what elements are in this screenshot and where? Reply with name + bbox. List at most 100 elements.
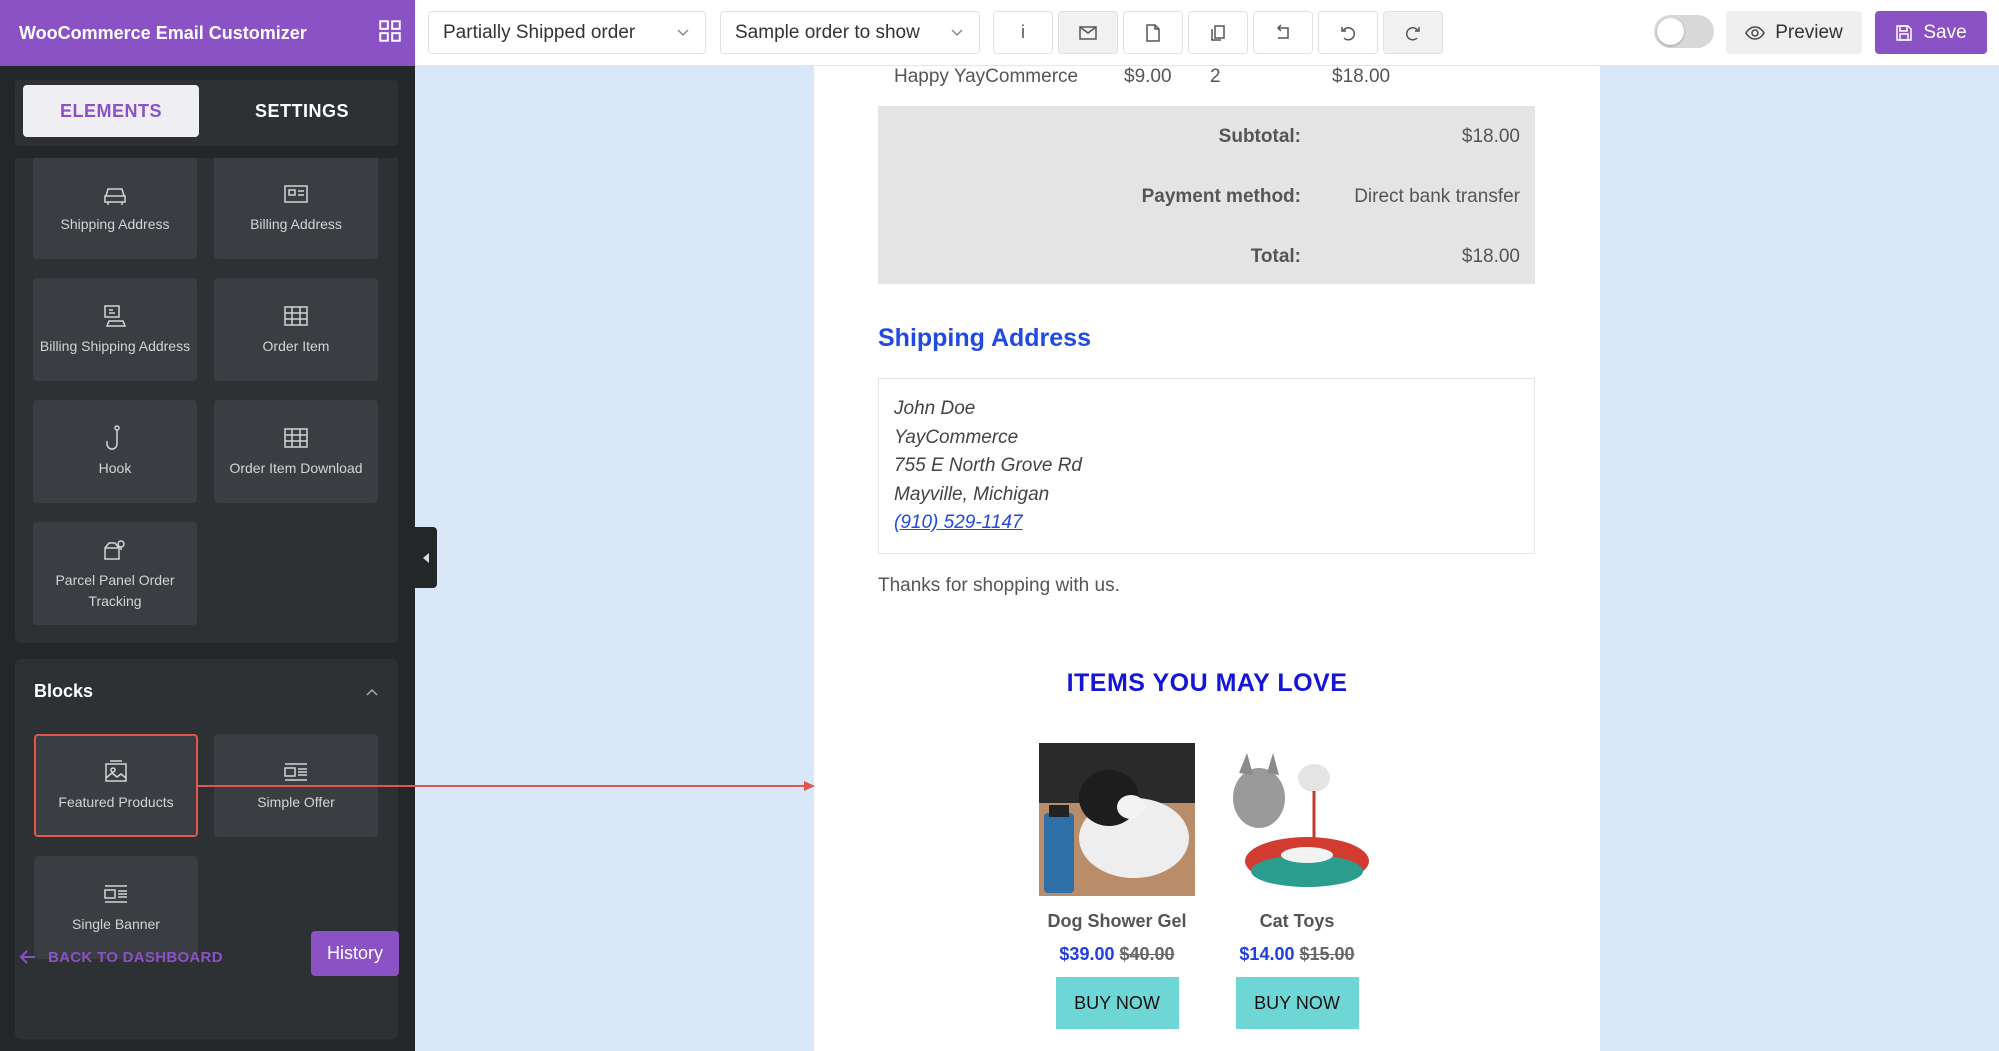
blocks-panel: Blocks Featured Products Simple Offer Si… (15, 659, 398, 1039)
element-order-item-download[interactable]: Order Item Download (214, 400, 378, 503)
chevron-left-icon (423, 552, 429, 563)
image-icon (105, 760, 127, 782)
send-test-email-button[interactable] (1058, 11, 1118, 54)
history-button[interactable]: History (311, 931, 399, 976)
price-original: $40.00 (1119, 944, 1175, 964)
preview-toggle[interactable] (1654, 15, 1714, 48)
toggle-knob (1657, 18, 1684, 45)
info-button[interactable]: i (993, 11, 1053, 54)
drag-arrow-indicator (198, 781, 815, 791)
app-title: WooCommerce Email Customizer (19, 22, 307, 43)
info-icon: i (1021, 22, 1025, 42)
featured-products-heading: ITEMS YOU MAY LOVE (1066, 669, 1348, 697)
export-button[interactable] (1123, 11, 1183, 54)
hook-icon (106, 425, 120, 450)
element-hook[interactable]: Hook (33, 400, 197, 503)
tab-settings[interactable]: SETTINGS (214, 85, 390, 137)
buy-now-button[interactable]: BUY NOW (1055, 977, 1179, 1029)
email-preview: Happy YayCommerce $9.00 2 $18.00 Subtota… (814, 66, 1600, 1051)
file-icon (1146, 23, 1160, 42)
copy-icon (1211, 24, 1225, 41)
undo-button[interactable] (1318, 11, 1378, 54)
redo-icon (1405, 26, 1420, 41)
line-item-total: $18.00 (1332, 66, 1391, 87)
element-label: Order Item (262, 338, 330, 354)
shipping-address-heading[interactable]: Shipping Address (878, 324, 1091, 353)
sample-order-select[interactable]: Sample order to show (720, 11, 980, 54)
element-shipping-address[interactable]: Shipping Address (33, 158, 197, 259)
product-name: Cat Toys (1259, 911, 1335, 931)
address-phone-link[interactable]: (910) 529-1147 (894, 509, 1519, 538)
dog-shower-gel-image (1039, 743, 1195, 896)
order-totals: Subtotal: $18.00 Payment method: Direct … (878, 106, 1535, 284)
shipping-address-box[interactable]: John Doe YayCommerce 755 E North Grove R… (878, 378, 1535, 554)
reset-icon (1276, 23, 1289, 39)
price-original: $15.00 (1299, 944, 1355, 964)
product-card[interactable]: Dog Shower Gel $39.00 $40.00 BUY NOW (1039, 743, 1195, 1029)
block-single-banner[interactable]: Single Banner (34, 856, 198, 959)
eye-icon (1745, 25, 1766, 40)
cat-toys-image (1219, 743, 1375, 896)
preview-label: Preview (1775, 21, 1843, 43)
block-label: Featured Products (58, 794, 174, 810)
back-to-dashboard-link[interactable]: BACK TO DASHBOARD (18, 947, 223, 967)
product-card[interactable]: Cat Toys $14.00 $15.00 BUY NOW (1219, 743, 1375, 1029)
totals-row: Payment method: Direct bank transfer (878, 186, 1535, 216)
collapse-sidebar-button[interactable] (415, 527, 437, 588)
line-item-name: Happy YayCommerce (894, 66, 1079, 87)
email-type-value: Partially Shipped order (443, 21, 636, 43)
address-street: 755 E North Grove Rd (894, 455, 1082, 476)
element-label: Billing Address (250, 216, 342, 232)
left-sidebar: ELEMENTS SETTINGS Shipping Address Billi… (0, 66, 415, 1051)
product-name: Dog Shower Gel (1047, 911, 1187, 931)
totals-row: Subtotal: $18.00 (878, 126, 1535, 156)
parcel-tracking-icon (104, 539, 125, 560)
reset-button[interactable] (1253, 11, 1313, 54)
totals-value: Direct bank transfer (1354, 186, 1520, 207)
sample-order-value: Sample order to show (735, 21, 920, 43)
table-icon (284, 428, 308, 448)
element-label: Hook (98, 460, 132, 476)
thanks-text: Thanks for shopping with us. (878, 575, 1120, 596)
blocks-title: Blocks (34, 681, 94, 701)
line-item-price: $9.00 (1124, 66, 1172, 87)
id-card-icon (284, 185, 308, 203)
block-label: Single Banner (72, 916, 160, 932)
element-order-item[interactable]: Order Item (214, 278, 378, 381)
totals-label: Total: (1250, 246, 1301, 267)
totals-value: $18.00 (1461, 246, 1520, 267)
block-label: Simple Offer (257, 794, 335, 810)
address-city: Mayville, Michigan (894, 483, 1050, 505)
envelope-icon (1079, 25, 1097, 40)
product-price: $39.00 $40.00 (1039, 944, 1195, 965)
tab-elements[interactable]: ELEMENTS (23, 85, 199, 137)
email-type-select[interactable]: Partially Shipped order (428, 11, 706, 54)
copy-button[interactable] (1188, 11, 1248, 54)
arrow-left-icon (19, 950, 35, 964)
grid-menu-icon[interactable] (377, 18, 403, 44)
totals-row: Total: $18.00 (878, 246, 1535, 276)
car-icon (104, 188, 126, 205)
save-button[interactable]: Save (1875, 11, 1987, 54)
back-label: BACK TO DASHBOARD (48, 948, 223, 966)
element-parcel-panel-order-tracking[interactable]: Parcel Panel Order Tracking (33, 522, 197, 625)
block-featured-products[interactable]: Featured Products (34, 734, 198, 837)
save-label: Save (1923, 21, 1967, 43)
undo-icon (1341, 26, 1356, 41)
price-current: $39.00 (1059, 944, 1115, 964)
preview-button[interactable]: Preview (1726, 11, 1862, 54)
chevron-down-icon (677, 29, 689, 37)
chevron-up-icon[interactable] (364, 685, 380, 701)
element-label: Order Item Download (229, 460, 363, 476)
product-price: $14.00 $15.00 (1219, 944, 1375, 965)
element-label: Parcel Panel Order Tracking (55, 571, 175, 609)
sidebar-tabs: ELEMENTS SETTINGS (15, 80, 398, 146)
element-billing-address[interactable]: Billing Address (214, 158, 378, 259)
buy-now-button[interactable]: BUY NOW (1235, 977, 1359, 1029)
address-name: John Doe (894, 398, 976, 419)
element-label: Billing Shipping Address (39, 338, 191, 354)
element-billing-shipping-address[interactable]: Billing Shipping Address (33, 278, 197, 381)
redo-button[interactable] (1383, 11, 1443, 54)
layout-icon (104, 885, 127, 903)
element-label: Shipping Address (60, 216, 170, 232)
